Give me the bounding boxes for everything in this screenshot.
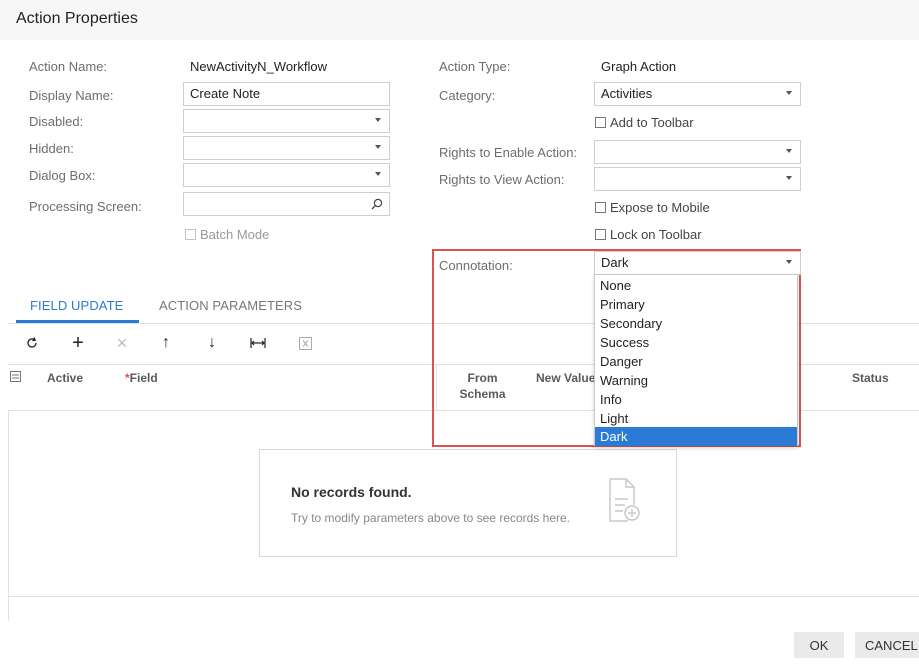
- chevron-down-icon: [786, 176, 792, 180]
- lock-toolbar-label: Lock on Toolbar: [610, 227, 702, 242]
- tab-action-parameters[interactable]: ACTION PARAMETERS: [159, 298, 302, 313]
- category-select[interactable]: Activities: [594, 82, 801, 106]
- processing-screen-selector[interactable]: [183, 192, 390, 216]
- add-to-toolbar-label: Add to Toolbar: [610, 115, 694, 130]
- rights-enable-select[interactable]: [594, 140, 801, 164]
- empty-state-title: No records found.: [291, 484, 412, 500]
- processing-screen-label: Processing Screen:: [29, 199, 142, 214]
- fit-columns-icon[interactable]: [246, 331, 270, 355]
- dropdown-option-success[interactable]: Success: [595, 333, 797, 352]
- chevron-down-icon: [786, 91, 792, 95]
- column-header-active[interactable]: Active: [47, 371, 83, 385]
- dialog-box-select[interactable]: [183, 163, 390, 187]
- rights-enable-label: Rights to Enable Action:: [439, 145, 578, 160]
- delete-icon[interactable]: ×: [110, 331, 134, 355]
- disabled-label: Disabled:: [29, 114, 84, 129]
- empty-state-message: Try to modify parameters above to see re…: [291, 511, 571, 525]
- display-name-field[interactable]: Create Note: [183, 82, 390, 106]
- row-selector-icon[interactable]: [10, 370, 21, 385]
- chevron-down-icon: [375, 118, 381, 122]
- chevron-down-icon: [786, 260, 792, 264]
- category-label: Category:: [439, 88, 496, 103]
- dropdown-option-none[interactable]: None: [595, 276, 797, 295]
- column-header-field[interactable]: *Field: [125, 371, 158, 385]
- move-down-icon[interactable]: ↓: [200, 331, 224, 355]
- add-document-icon: [609, 478, 640, 522]
- lock-toolbar-checkbox[interactable]: Lock on Toolbar: [595, 227, 702, 242]
- action-type-value: Graph Action: [601, 59, 677, 74]
- export-excel-icon[interactable]: [293, 331, 317, 355]
- checkbox-box[interactable]: [595, 117, 606, 128]
- action-type-label: Action Type:: [439, 59, 511, 74]
- checkbox-box[interactable]: [185, 229, 196, 240]
- move-up-icon[interactable]: ↑: [154, 331, 178, 355]
- empty-state-panel: No records found. Try to modify paramete…: [259, 449, 677, 557]
- expose-mobile-checkbox[interactable]: Expose to Mobile: [595, 200, 710, 215]
- add-icon[interactable]: +: [66, 331, 90, 355]
- action-name-value: NewActivityN_Workflow: [190, 59, 328, 74]
- category-value: Activities: [601, 86, 653, 101]
- display-name-label: Display Name:: [29, 88, 114, 103]
- dropdown-option-danger[interactable]: Danger: [595, 352, 797, 371]
- rights-view-select[interactable]: [594, 167, 801, 191]
- hidden-select[interactable]: [183, 136, 390, 160]
- rights-view-label: Rights to View Action:: [439, 172, 565, 187]
- chevron-down-icon: [375, 172, 381, 176]
- disabled-select[interactable]: [183, 109, 390, 133]
- expose-mobile-label: Expose to Mobile: [610, 200, 710, 215]
- batch-mode-checkbox[interactable]: Batch Mode: [185, 227, 269, 242]
- chevron-down-icon: [375, 145, 381, 149]
- dialog-box-label: Dialog Box:: [29, 168, 96, 183]
- connotation-value: Dark: [601, 255, 629, 270]
- connotation-label: Connotation:: [439, 258, 513, 273]
- column-header-status[interactable]: Status: [852, 371, 889, 385]
- dropdown-option-dark[interactable]: Dark: [595, 427, 797, 446]
- dialog-title: Action Properties: [16, 10, 138, 27]
- ok-button[interactable]: OK: [794, 632, 844, 658]
- search-icon[interactable]: [371, 198, 383, 210]
- dropdown-option-warning[interactable]: Warning: [595, 371, 797, 390]
- refresh-icon[interactable]: [20, 331, 44, 355]
- checkbox-box[interactable]: [595, 202, 606, 213]
- tab-field-update[interactable]: FIELD UPDATE: [30, 298, 123, 313]
- connotation-dropdown-list: None Primary Secondary Success Danger Wa…: [594, 274, 798, 446]
- grid-bottom-border: [8, 596, 919, 597]
- cancel-button[interactable]: CANCEL: [855, 632, 919, 658]
- dropdown-option-primary[interactable]: Primary: [595, 295, 797, 314]
- dropdown-option-secondary[interactable]: Secondary: [595, 314, 797, 333]
- dialog-header: [0, 0, 919, 40]
- action-name-label: Action Name:: [29, 59, 108, 74]
- grid-left-border: [8, 411, 9, 621]
- dropdown-option-light[interactable]: Light: [595, 409, 797, 428]
- checkbox-box[interactable]: [595, 229, 606, 240]
- add-to-toolbar-checkbox[interactable]: Add to Toolbar: [595, 115, 694, 130]
- connotation-select[interactable]: Dark: [594, 251, 801, 275]
- chevron-down-icon: [786, 149, 792, 153]
- column-header-field-label: Field: [129, 371, 158, 385]
- hidden-label: Hidden:: [29, 141, 74, 156]
- batch-mode-label: Batch Mode: [200, 227, 270, 242]
- dropdown-option-info[interactable]: Info: [595, 390, 797, 409]
